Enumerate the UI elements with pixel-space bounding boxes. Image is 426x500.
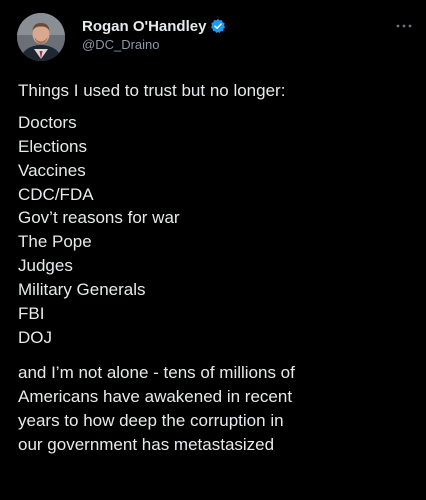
tweet-outro: and I’m not alone - tens of millions of … bbox=[18, 361, 413, 457]
list-item: CDC/FDA bbox=[18, 184, 94, 204]
verified-badge-icon bbox=[210, 18, 226, 34]
list-item: Military Generals bbox=[18, 280, 146, 300]
tweet-body: Things I used to trust but no longer: Do… bbox=[18, 79, 413, 456]
author-display-name[interactable]: Rogan O'Handley bbox=[82, 18, 206, 35]
list-item: Doctors bbox=[18, 112, 77, 132]
avatar[interactable] bbox=[17, 13, 65, 61]
outro-line: Americans have awakened in recent bbox=[18, 386, 293, 406]
list-item: Gov’t reasons for war bbox=[18, 208, 180, 228]
list-item: Judges bbox=[18, 256, 73, 276]
list-item: Vaccines bbox=[18, 160, 86, 180]
outro-line: years to how deep the corruption in bbox=[18, 410, 284, 430]
outro-line: our government has metastasized bbox=[18, 434, 275, 454]
tweet-intro: Things I used to trust but no longer: bbox=[18, 81, 286, 100]
list-item: The Pope bbox=[18, 232, 92, 252]
avatar-image bbox=[17, 13, 65, 61]
author-name-row[interactable]: Rogan O'Handley bbox=[82, 17, 226, 35]
list-item: DOJ bbox=[18, 327, 52, 347]
more-icon[interactable] bbox=[394, 18, 414, 28]
outro-line: and I’m not alone - tens of millions of bbox=[18, 362, 295, 382]
list-item: FBI bbox=[18, 304, 45, 324]
list-item: Elections bbox=[18, 136, 87, 156]
author-handle[interactable]: @DC_Draino bbox=[82, 37, 160, 52]
tweet-card: Rogan O'Handley @DC_Draino Things I used… bbox=[0, 0, 426, 500]
trust-list: Doctors Elections Vaccines CDC/FDA Gov’t… bbox=[18, 111, 413, 350]
